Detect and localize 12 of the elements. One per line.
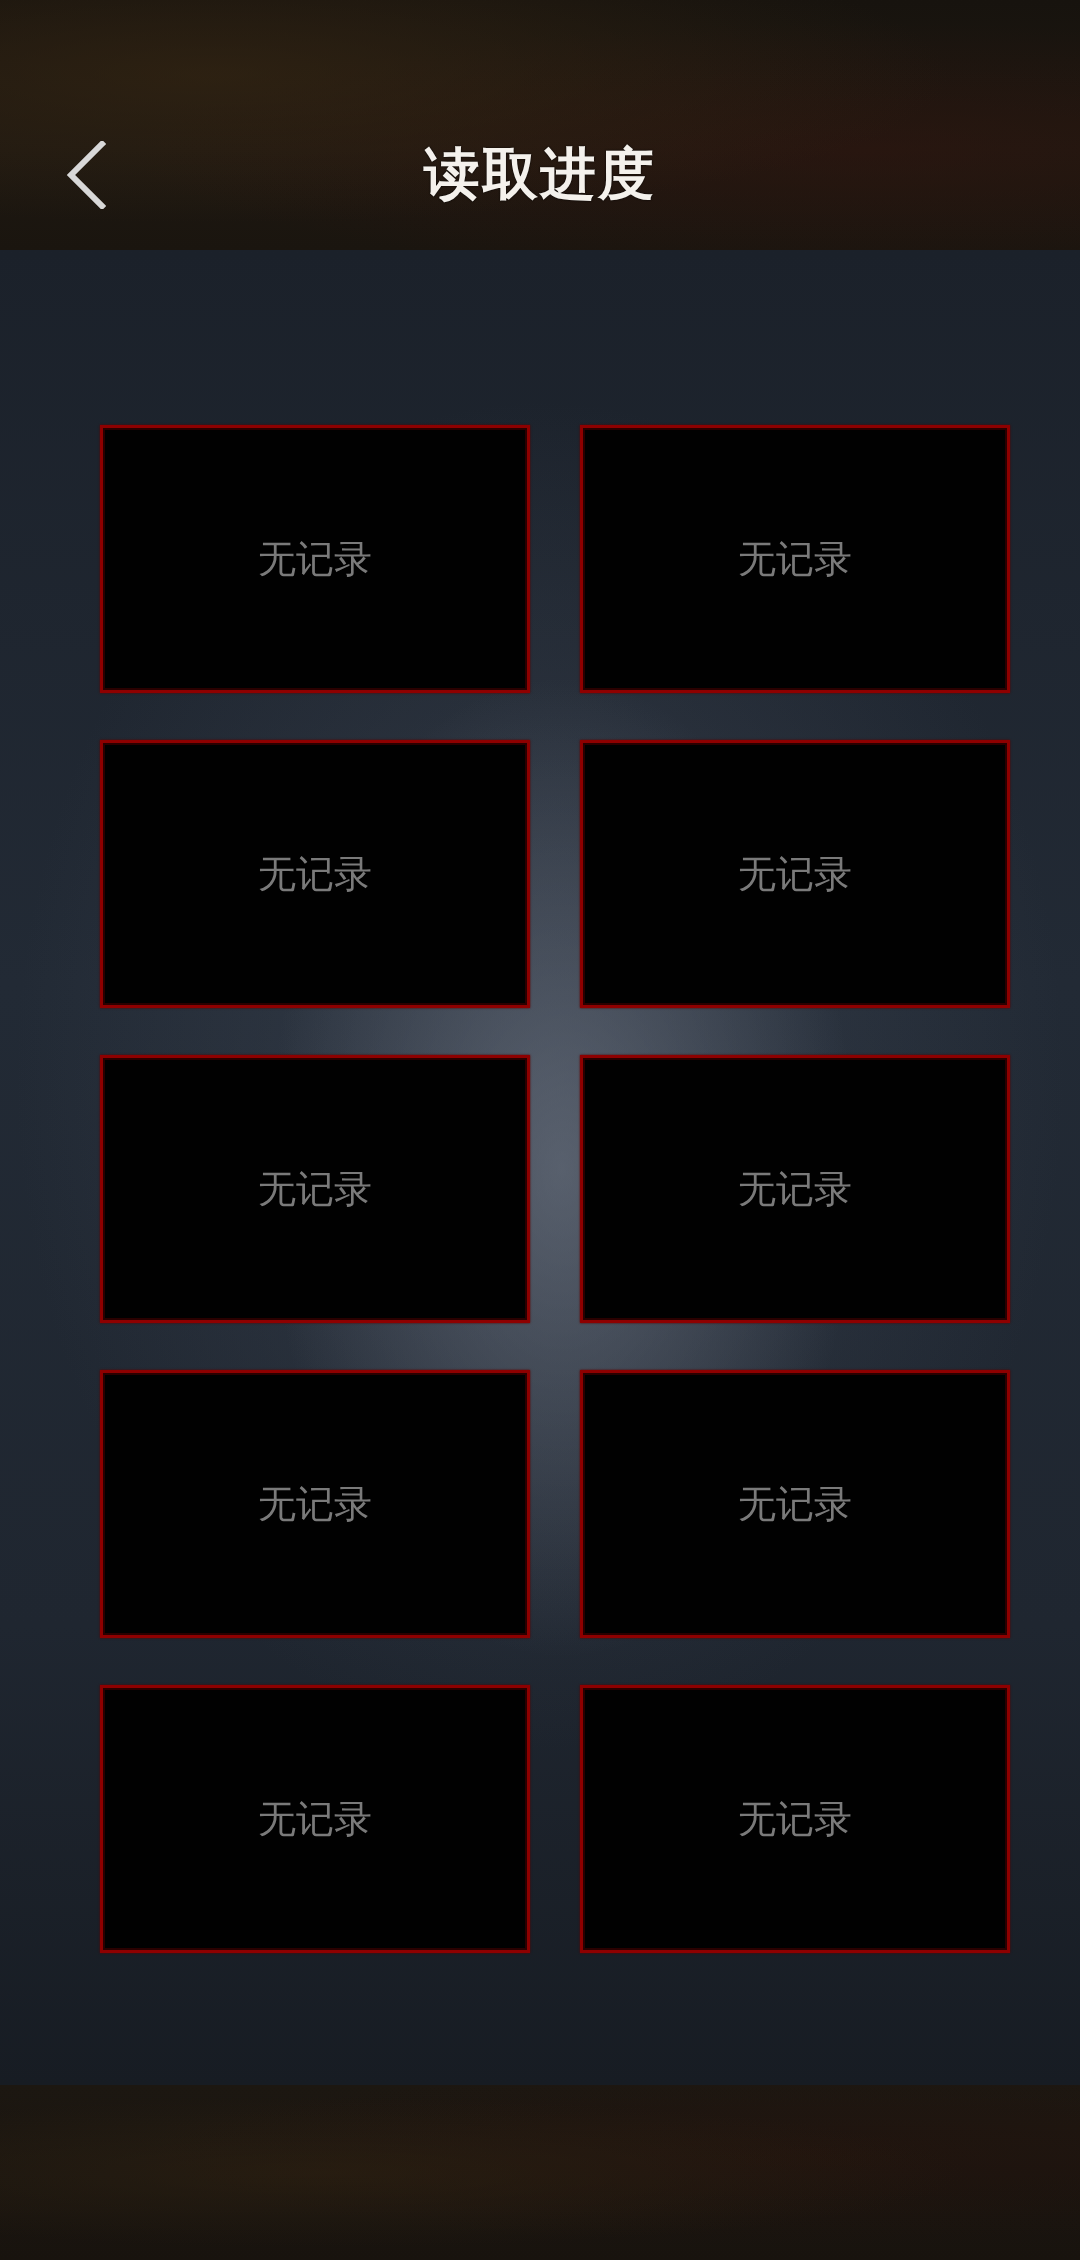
- save-slot[interactable]: 无记录: [100, 740, 530, 1008]
- save-slot[interactable]: 无记录: [580, 740, 1010, 1008]
- save-slot[interactable]: 无记录: [580, 1685, 1010, 1953]
- save-slot[interactable]: 无记录: [100, 1685, 530, 1953]
- save-slot[interactable]: 无记录: [100, 1055, 530, 1323]
- save-slot[interactable]: 无记录: [580, 425, 1010, 693]
- page-title: 读取进度: [424, 139, 656, 208]
- save-slot[interactable]: 无记录: [580, 1055, 1010, 1323]
- save-slot[interactable]: 无记录: [100, 425, 530, 693]
- back-icon[interactable]: [66, 141, 106, 209]
- save-slot[interactable]: 无记录: [580, 1370, 1010, 1638]
- save-slot[interactable]: 无记录: [100, 1370, 530, 1638]
